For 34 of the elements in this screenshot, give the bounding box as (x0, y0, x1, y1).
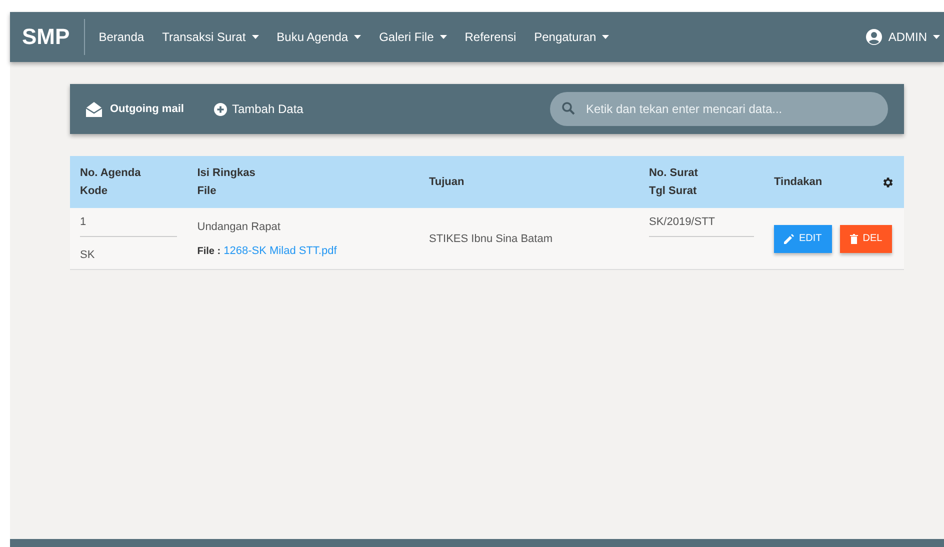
column-header: No. Agenda Kode (70, 156, 188, 208)
column-header: Tindakan (764, 156, 904, 208)
table-cell: 1 SK (70, 208, 188, 270)
delete-button[interactable]: DEL (840, 224, 892, 252)
file-link[interactable]: 1268-SK Milad STT.pdf (224, 244, 337, 256)
nav-menu-item[interactable]: Pengaturan (534, 30, 610, 44)
column-header: No. Surat Tgl Surat (638, 156, 764, 208)
trash-icon (850, 234, 858, 244)
caret-icon (252, 35, 259, 39)
user-menu[interactable]: ADMIN (866, 29, 940, 45)
nav-menu-item[interactable]: Transaksi Surat (162, 30, 259, 44)
user-icon (866, 29, 882, 45)
nav-menu-item[interactable]: Galeri File (379, 30, 447, 44)
settings-icon[interactable] (881, 176, 894, 188)
caret-icon (354, 35, 362, 39)
nav-menu-item[interactable]: Buku Agenda (276, 30, 362, 44)
edit-button[interactable]: EDIT (774, 224, 832, 252)
nav-menu-item[interactable]: Beranda (98, 30, 144, 44)
column-header: Isi Ringkas File (187, 156, 419, 208)
pencil-icon (784, 234, 794, 244)
caret-icon (933, 35, 940, 39)
table-cell: SK/2019/STT (638, 208, 764, 270)
caret-icon (602, 35, 610, 39)
search-field[interactable]: Ketik dan tekan enter mencari data... (550, 92, 888, 126)
table-cell: STIKES Ibnu Sina Batam (418, 208, 639, 270)
nav-menu-item[interactable]: Referensi (464, 30, 516, 44)
envelope-icon (86, 102, 102, 116)
column-header: Tujuan (418, 156, 639, 208)
plus-circle-icon (214, 102, 227, 116)
add-data-button[interactable]: Tambah Data (214, 102, 304, 116)
page-title: Outgoing mail (110, 103, 184, 115)
caret-icon (440, 35, 447, 39)
table-cell: Undangan Rapat File : 1268-SK Milad STT.pdf (187, 208, 419, 270)
brand-logo[interactable]: SMP (10, 19, 85, 55)
